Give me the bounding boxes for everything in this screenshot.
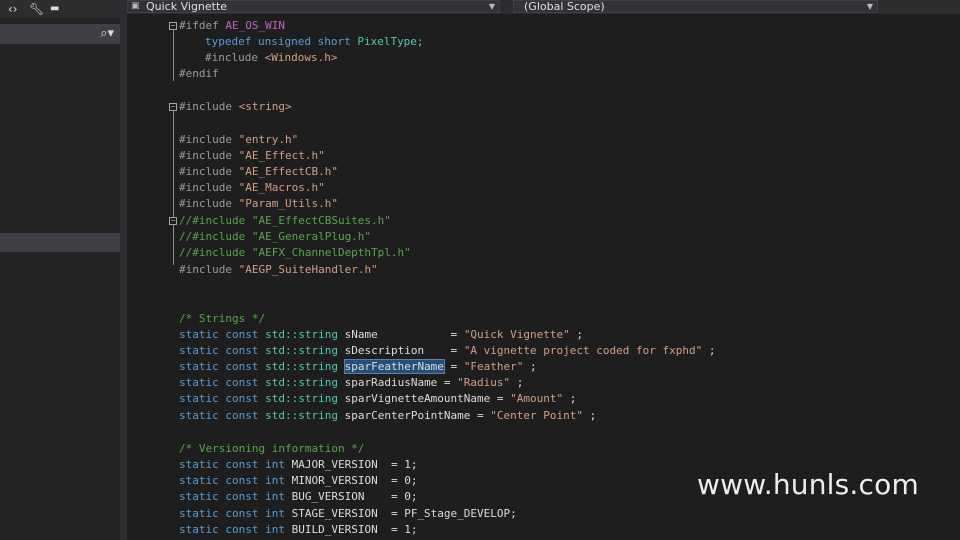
code-line: static const std::string sDescription = … [179, 344, 716, 357]
code-line: static const std::string sName = "Quick … [179, 328, 584, 341]
outline-line [173, 30, 174, 81]
outline-line [173, 111, 174, 221]
code-line: #include "AE_Macros.h" [179, 181, 325, 194]
code-editor[interactable]: − − − #ifdef AE_OS_WIN typedef unsigned … [127, 14, 960, 540]
code-line: #include "AEGP_SuiteHandler.h" [179, 263, 378, 276]
code-line: static const int BUG_VERSION = 0; [179, 490, 418, 503]
code-line: /* Versioning information */ [179, 442, 365, 455]
code-line: static const std::string sparVignetteAmo… [179, 392, 577, 405]
project-dropdown[interactable]: ▣ Quick Vignette ▼ [127, 0, 500, 13]
code-line: //#include "AEFX_ChannelDepthTpl.h" [179, 246, 411, 259]
chevron-down-icon[interactable]: ▼ [867, 1, 873, 12]
code-line: static const std::string sparCenterPoint… [179, 409, 597, 422]
selected-identifier[interactable]: sparFeatherName [343, 359, 445, 374]
file-icon: ▣ [131, 1, 140, 11]
collapse-icon[interactable]: − [169, 22, 177, 30]
code-line: static const int MAJOR_VERSION = 1; [179, 458, 418, 471]
code-line: static const int STAGE_VERSION = PF_Stag… [179, 507, 517, 520]
code-line: #include "AE_Effect.h" [179, 149, 325, 162]
code-line: #include "entry.h" [179, 133, 299, 146]
code-line: #include "AE_EffectCB.h" [179, 165, 338, 178]
code-line: #ifdef AE_OS_WIN [179, 19, 285, 32]
code-line: #include "Param_Utils.h" [179, 197, 338, 210]
code-line: static const std::string sparFeatherName… [179, 359, 537, 374]
collapse-icon[interactable]: − [169, 217, 177, 225]
project-dropdown-label: Quick Vignette [146, 0, 228, 13]
panel-toolbar: ‹› 🔧︎ ▬ [0, 0, 120, 18]
navigation-bar: ▣ Quick Vignette ▼ (Global Scope) ▼ [127, 0, 960, 14]
code-line: #endif [179, 67, 219, 80]
code-line: static const std::string sparRadiusName … [179, 376, 524, 389]
panel-splitter[interactable] [120, 0, 127, 540]
selected-tree-row[interactable] [0, 233, 120, 252]
solution-explorer-panel: ‹› 🔧︎ ▬ ⌕▾ ) [0, 0, 120, 540]
indicator-margin [127, 14, 161, 540]
code-line: static const int BUILD_VERSION = 1; [179, 523, 418, 536]
code-line: #include <Windows.h> [205, 51, 338, 64]
code-line: typedef unsigned short PixelType; [205, 35, 424, 48]
search-icon[interactable]: ⌕▾ [100, 26, 114, 41]
scope-dropdown[interactable]: (Global Scope) ▼ [513, 0, 878, 13]
pin-icon[interactable]: ▬ [50, 1, 59, 17]
scope-dropdown-label: (Global Scope) [524, 0, 605, 13]
code-line: #include <string> [179, 100, 292, 113]
code-line: //#include "AE_EffectCBSuites.h" [179, 214, 391, 227]
code-line: //#include "AE_GeneralPlug.h" [179, 230, 372, 243]
code-line: /* Strings */ [179, 312, 266, 325]
chevron-down-icon[interactable]: ▼ [489, 1, 495, 12]
outline-line [173, 225, 174, 265]
code-brackets-icon[interactable]: ‹› [8, 1, 18, 17]
collapse-icon[interactable]: − [169, 103, 177, 111]
code-line: static const int MINOR_VERSION = 0; [179, 474, 418, 487]
wrench-icon[interactable]: 🔧︎ [29, 1, 44, 17]
watermark: www.hunls.com [697, 468, 919, 501]
panel-search-box[interactable]: ⌕▾ [0, 24, 120, 44]
